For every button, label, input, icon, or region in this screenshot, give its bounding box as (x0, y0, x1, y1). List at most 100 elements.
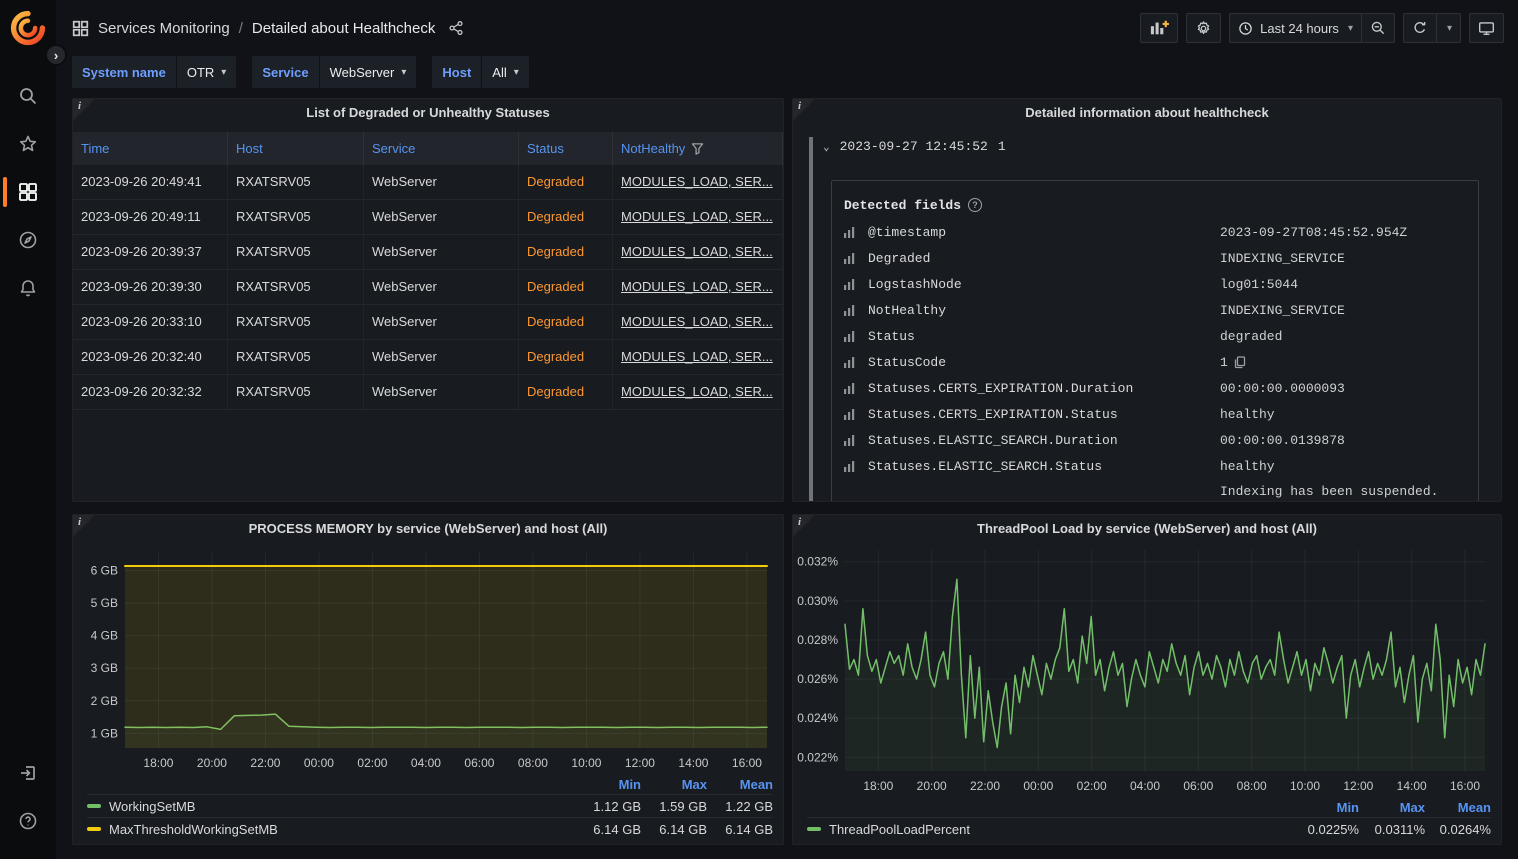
legend-col-min[interactable]: Min (575, 777, 641, 792)
filter-value-dropdown[interactable]: All▾ (482, 56, 528, 88)
sidebar-item-starred[interactable] (0, 120, 56, 168)
x-tick-label: 04:00 (1130, 779, 1160, 793)
copy-icon[interactable] (1234, 356, 1246, 369)
x-tick-label: 10:00 (571, 756, 601, 770)
table-cell: 2023-09-26 20:39:30 (73, 270, 228, 305)
nothealthy-link[interactable]: MODULES_LOAD, SER... (621, 314, 773, 329)
table-cell: RXATSRV05 (228, 235, 364, 270)
panel-info-corner[interactable]: i (793, 99, 815, 121)
table-cell: RXATSRV05 (228, 270, 364, 305)
legend-row: MaxThresholdWorkingSetMB6.14 GB6.14 GB6.… (87, 817, 773, 840)
panel-info-corner[interactable]: i (73, 99, 95, 121)
nothealthy-link[interactable]: MODULES_LOAD, SER... (621, 174, 773, 189)
breadcrumb-root[interactable]: Services Monitoring (98, 20, 230, 37)
legend-stat-value: 6.14 GB (707, 822, 773, 837)
table-cell[interactable]: MODULES_LOAD, SER... (613, 235, 783, 270)
panel-title[interactable]: Detailed information about healthcheck (793, 99, 1501, 127)
field-value: INDEXING_SERVICE (1220, 303, 1466, 318)
table-cell[interactable]: MODULES_LOAD, SER... (613, 200, 783, 235)
table-cell[interactable]: MODULES_LOAD, SER... (613, 340, 783, 375)
column-header[interactable]: Time (73, 132, 228, 165)
detected-fields-box: Detected fields ? @timestamp2023-09-27T0… (831, 180, 1479, 502)
nothealthy-link[interactable]: MODULES_LOAD, SER... (621, 279, 773, 294)
x-tick-label: 22:00 (250, 756, 280, 770)
sidebar-item-search[interactable] (0, 72, 56, 120)
nothealthy-link[interactable]: MODULES_LOAD, SER... (621, 349, 773, 364)
dashboard-settings-button[interactable] (1186, 13, 1221, 43)
nothealthy-link[interactable]: MODULES_LOAD, SER... (621, 244, 773, 259)
legend-col-mean[interactable]: Mean (707, 777, 773, 792)
add-panel-button[interactable] (1140, 13, 1178, 43)
sidebar-item-help[interactable] (0, 797, 56, 845)
refresh-icon (1412, 20, 1428, 36)
field-value: Indexing has been suspended. The queue w… (1220, 479, 1466, 502)
sidebar-item-alerting[interactable] (0, 264, 56, 312)
threadpool-load-chart[interactable]: 18:0020:0022:0000:0002:0004:0006:0008:00… (797, 541, 1493, 797)
panel-title[interactable]: List of Degraded or Unhealthy Statuses (73, 99, 783, 127)
column-header[interactable]: Service (364, 132, 519, 165)
filter-value-dropdown[interactable]: OTR▾ (177, 56, 236, 88)
expand-sidebar-icon[interactable]: › (45, 44, 67, 66)
chevron-down-icon: ▾ (221, 67, 226, 78)
time-range-picker[interactable]: Last 24 hours ▾ (1230, 14, 1361, 42)
field-stats-icon[interactable] (844, 356, 868, 368)
legend-col-min[interactable]: Min (1293, 800, 1359, 815)
detected-field-row: Statuses.ELASTIC_SEARCH.Duration00:00:00… (844, 427, 1466, 453)
legend-row: ThreadPoolLoadPercent0.0225%0.0311%0.026… (807, 817, 1491, 840)
field-stats-icon[interactable] (844, 330, 868, 342)
sidebar-item-explore[interactable] (0, 216, 56, 264)
sidebar-item-dashboards[interactable] (0, 168, 56, 216)
x-tick-label: 08:00 (1237, 779, 1267, 793)
field-stats-icon[interactable] (844, 304, 868, 316)
legend-col-max[interactable]: Max (1359, 800, 1425, 815)
y-tick-label: 3 GB (91, 661, 118, 675)
dashboards-icon (18, 182, 38, 202)
field-stats-icon[interactable] (844, 382, 868, 394)
sidebar-item-sign-in[interactable] (0, 749, 56, 797)
x-tick-label: 06:00 (1183, 779, 1213, 793)
filter-label: Host (432, 56, 481, 88)
detected-field-row: Statuses.CERTS_EXPIRATION.Duration00:00:… (844, 375, 1466, 401)
process-memory-chart[interactable]: 18:0020:0022:0000:0002:0004:0006:0008:00… (77, 542, 775, 774)
column-header[interactable]: Host (228, 132, 364, 165)
share-icon[interactable] (448, 20, 464, 36)
grafana-logo[interactable] (10, 10, 46, 46)
table-cell[interactable]: MODULES_LOAD, SER... (613, 305, 783, 340)
table-cell[interactable]: MODULES_LOAD, SER... (613, 375, 783, 410)
kiosk-mode-button[interactable] (1469, 13, 1504, 43)
breadcrumb: Services Monitoring / Detailed about Hea… (72, 20, 464, 37)
refresh-interval-dropdown[interactable]: ▾ (1436, 14, 1460, 42)
field-stats-icon[interactable] (844, 434, 868, 446)
legend-col-max[interactable]: Max (641, 777, 707, 792)
panel-title[interactable]: ThreadPool Load by service (WebServer) a… (793, 515, 1501, 539)
field-stats-icon[interactable] (844, 408, 868, 420)
filter-value-dropdown[interactable]: WebServer▾ (320, 56, 417, 88)
legend-series-name[interactable]: WorkingSetMB (109, 799, 575, 814)
field-stats-icon[interactable] (844, 460, 868, 472)
table-cell: RXATSRV05 (228, 375, 364, 410)
field-stats-icon[interactable] (844, 226, 868, 238)
table-cell[interactable]: MODULES_LOAD, SER... (613, 165, 783, 200)
nothealthy-link[interactable]: MODULES_LOAD, SER... (621, 209, 773, 224)
field-name: StatusCode (868, 355, 1220, 370)
filter-funnel-icon[interactable] (691, 142, 704, 155)
table-cell[interactable]: MODULES_LOAD, SER... (613, 270, 783, 305)
zoom-out-button[interactable] (1361, 14, 1394, 42)
log-line[interactable]: ⌄ 2023-09-27 12:45:52 1 (823, 137, 1491, 154)
column-header[interactable]: Status (519, 132, 613, 165)
y-tick-label: 0.022% (797, 750, 838, 764)
nothealthy-link[interactable]: MODULES_LOAD, SER... (621, 384, 773, 399)
legend-series-name[interactable]: MaxThresholdWorkingSetMB (109, 822, 575, 837)
field-stats-icon[interactable] (844, 252, 868, 264)
panel-info-corner[interactable]: i (793, 515, 815, 537)
legend-stat-value: 0.0264% (1425, 822, 1491, 837)
column-header[interactable]: NotHealthy (613, 132, 783, 165)
panel-title[interactable]: PROCESS MEMORY by service (WebServer) an… (73, 515, 783, 540)
panel-info-corner[interactable]: i (73, 515, 95, 537)
refresh-button[interactable] (1404, 14, 1436, 42)
toolbar-actions: Last 24 hours ▾ ▾ (1140, 13, 1504, 43)
legend-col-mean[interactable]: Mean (1425, 800, 1491, 815)
field-stats-icon[interactable] (844, 278, 868, 290)
legend-series-name[interactable]: ThreadPoolLoadPercent (829, 822, 1293, 837)
field-name: Statuses.CERTS_EXPIRATION.Duration (868, 381, 1220, 396)
